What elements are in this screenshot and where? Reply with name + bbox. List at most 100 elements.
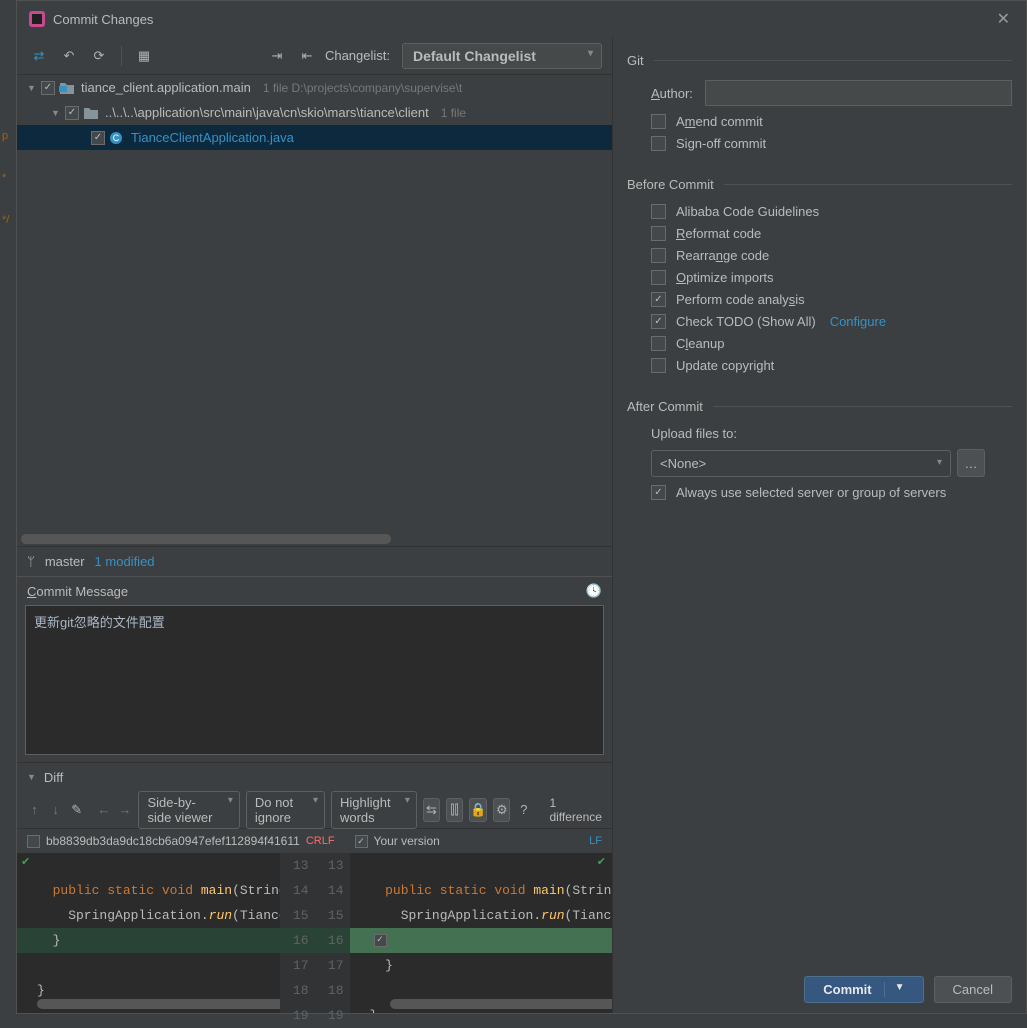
settings-icon[interactable]: ⚙ — [493, 798, 510, 822]
commit-message-label: Commit Message — [27, 584, 128, 599]
java-class-icon: C — [109, 131, 125, 145]
rearrange-row[interactable]: Rearrange code — [651, 248, 1012, 263]
git-section-label: Git — [627, 53, 1012, 68]
author-row: Author: — [627, 80, 1012, 106]
optimize-row[interactable]: Optimize imports — [651, 270, 1012, 285]
upload-label: Upload files to: — [627, 426, 1012, 441]
checkbox[interactable] — [651, 204, 666, 219]
checkbox[interactable] — [41, 81, 55, 95]
highlight-combo[interactable]: Highlight words — [331, 791, 417, 829]
viewer-combo[interactable]: Side-by-side viewer — [138, 791, 239, 829]
next-file-icon[interactable]: → — [117, 798, 132, 822]
checkbox[interactable] — [651, 358, 666, 373]
modified-count[interactable]: 1 modified — [95, 554, 155, 569]
checkbox[interactable] — [651, 226, 666, 241]
commit-button[interactable]: Commit▼ — [804, 976, 923, 1003]
tree-package-meta: 1 file — [441, 106, 466, 120]
checkbox[interactable] — [651, 270, 666, 285]
diff-section: ▼ Diff ↑ ↓ ✎ ← → Side-by-side viewer Do … — [17, 762, 612, 1013]
after-commit-label: After Commit — [627, 399, 1012, 414]
expand-icon[interactable]: ⇥ — [265, 44, 289, 68]
todo-row[interactable]: Check TODO (Show All)Configure — [651, 314, 1012, 329]
author-input[interactable] — [705, 80, 1012, 106]
chevron-down-icon[interactable]: ▼ — [884, 982, 905, 997]
sync-scroll-icon[interactable]: ⫿⫿ — [446, 798, 463, 822]
upload-combo[interactable]: <None> — [651, 450, 951, 477]
ignore-combo[interactable]: Do not ignore — [246, 791, 325, 829]
checkbox[interactable] — [651, 114, 666, 129]
checkbox[interactable] — [65, 106, 79, 120]
tree-package[interactable]: ▼ ..\..\..\application\src\main\java\cn\… — [17, 100, 612, 125]
horizontal-scrollbar[interactable] — [390, 999, 613, 1009]
configure-link[interactable]: Configure — [830, 314, 886, 329]
left-version-header: bb8839db3da9dc18cb6a0947efef112894f41611… — [17, 829, 345, 853]
reformat-row[interactable]: Reformat code — [651, 226, 1012, 241]
commit-message-input[interactable] — [25, 605, 604, 755]
diff-header[interactable]: ▼ Diff — [17, 763, 612, 791]
show-diff-icon[interactable]: ⇄ — [27, 44, 51, 68]
tree-root-meta: 1 file D:\projects\company\supervise\t — [263, 81, 462, 95]
line-checkbox[interactable]: ✓ — [374, 934, 387, 947]
lock-icon[interactable]: 🔒 — [469, 798, 487, 822]
amend-row[interactable]: Amend commit — [651, 114, 1012, 129]
collapse-unchanged-icon[interactable]: ⇆ — [423, 798, 440, 822]
checkbox[interactable] — [651, 136, 666, 151]
left-code-pane[interactable]: ✔ public static void main(String[] args)… — [17, 853, 280, 1013]
diff-code-view[interactable]: ✔ public static void main(String[] args)… — [17, 853, 612, 1013]
cleanup-row[interactable]: Cleanup — [651, 336, 1012, 351]
checkbox[interactable] — [651, 248, 666, 263]
help-icon[interactable]: ? — [516, 798, 531, 822]
right-code-pane[interactable]: ✔ public static void main(String[] args)… — [350, 853, 613, 1013]
undo-icon[interactable]: ↶ — [57, 44, 81, 68]
branch-name: master — [45, 554, 85, 569]
checkbox[interactable] — [651, 485, 666, 500]
collapse-icon[interactable]: ⇤ — [295, 44, 319, 68]
checkbox[interactable] — [651, 314, 666, 329]
chevron-down-icon[interactable]: ▼ — [27, 772, 36, 782]
jump-to-source-icon[interactable]: ✎ — [69, 798, 84, 822]
alibaba-row[interactable]: Alibaba Code Guidelines — [651, 204, 1012, 219]
right-version-header: Your version LF — [345, 829, 612, 853]
copyright-row[interactable]: Update copyright — [651, 358, 1012, 373]
checkbox[interactable] — [91, 131, 105, 145]
checkbox[interactable] — [355, 835, 368, 848]
dialog-title: Commit Changes — [53, 12, 993, 27]
horizontal-scrollbar[interactable] — [37, 999, 280, 1009]
signoff-row[interactable]: Sign-off commit — [651, 136, 1012, 151]
chevron-down-icon[interactable]: ▼ — [27, 83, 37, 93]
checkbox[interactable] — [651, 292, 666, 307]
changelist-label: Changelist: — [325, 48, 390, 63]
checkbox[interactable] — [651, 336, 666, 351]
prev-diff-icon[interactable]: ↑ — [27, 798, 42, 822]
left-pane: ⇄ ↶ ⟳ ▦ ⇥ ⇤ Changelist: Default Changeli… — [17, 37, 613, 1013]
editor-background-gutter: p**/ — [0, 0, 17, 1014]
analysis-row[interactable]: Perform code analysis — [651, 292, 1012, 307]
diff-toolbar: ↑ ↓ ✎ ← → Side-by-side viewer Do not ign… — [17, 791, 612, 829]
prev-file-icon[interactable]: ← — [96, 798, 111, 822]
upload-row: <None> … — [651, 449, 1012, 477]
browse-button[interactable]: … — [957, 449, 985, 477]
changelist-combo[interactable]: Default Changelist — [402, 43, 602, 69]
diff-split-header: bb8839db3da9dc18cb6a0947efef112894f41611… — [17, 829, 612, 853]
refresh-icon[interactable]: ⟳ — [87, 44, 111, 68]
cancel-button[interactable]: Cancel — [934, 976, 1012, 1003]
tree-root[interactable]: ▼ tiance_client.application.main 1 file … — [17, 75, 612, 100]
module-icon — [59, 81, 75, 95]
chevron-down-icon[interactable]: ▼ — [51, 108, 61, 118]
checkbox[interactable] — [27, 835, 40, 848]
folder-icon — [83, 106, 99, 120]
changelist-toolbar: ⇄ ↶ ⟳ ▦ ⇥ ⇤ Changelist: Default Changeli… — [17, 37, 612, 75]
amend-label: Amend commit — [676, 114, 763, 129]
horizontal-scrollbar[interactable] — [21, 534, 391, 544]
file-tree[interactable]: ▼ tiance_client.application.main 1 file … — [17, 75, 612, 546]
close-icon[interactable]: ✕ — [993, 5, 1014, 33]
separator — [121, 46, 122, 66]
history-icon[interactable]: 🕓 — [586, 583, 602, 599]
always-row[interactable]: Always use selected server or group of s… — [651, 485, 1012, 500]
next-diff-icon[interactable]: ↓ — [48, 798, 63, 822]
group-icon[interactable]: ▦ — [132, 44, 156, 68]
titlebar: Commit Changes ✕ — [17, 1, 1026, 37]
svg-text:C: C — [113, 133, 120, 143]
tree-file[interactable]: C TianceClientApplication.java — [17, 125, 612, 150]
diff-count: 1 difference — [549, 796, 601, 824]
